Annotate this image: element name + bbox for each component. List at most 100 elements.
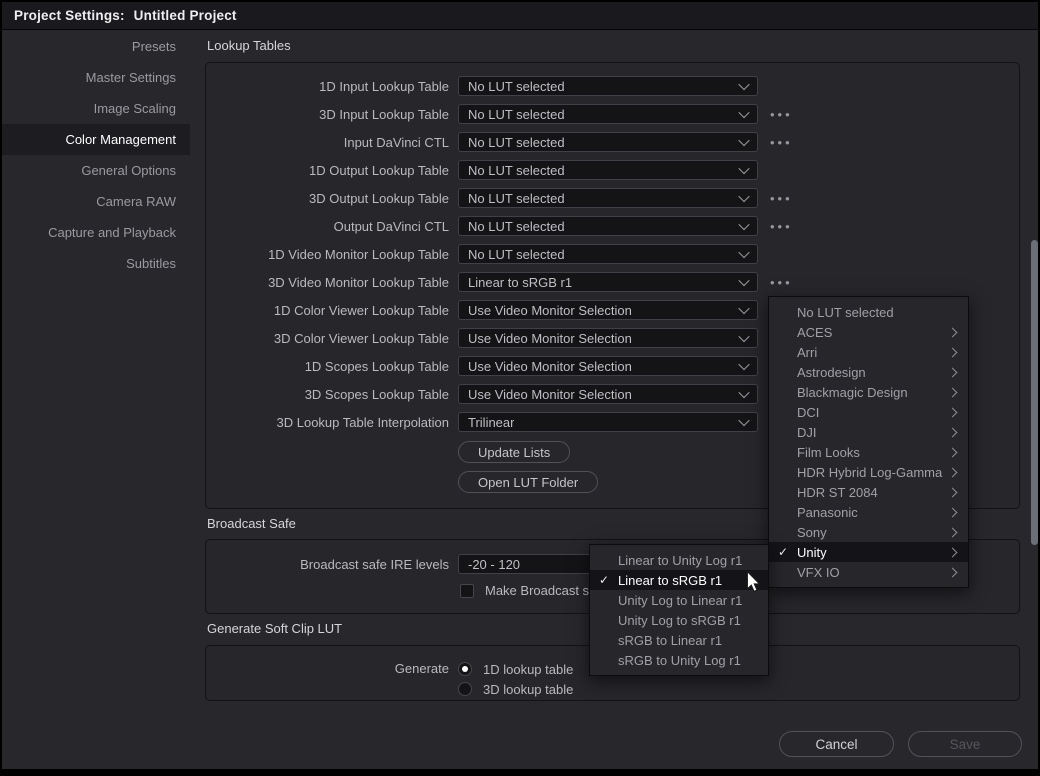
menu-item-blackmagic-design[interactable]: Blackmagic Design xyxy=(769,382,968,402)
sidebar-item-general-options[interactable]: General Options xyxy=(2,155,190,186)
3d-video-monitor-lookup-table-dropdown[interactable]: Linear to sRGB r1 xyxy=(458,272,758,292)
scrollbar-thumb[interactable] xyxy=(1031,240,1038,545)
menu-item-unity[interactable]: ✓Unity xyxy=(769,542,968,562)
menu-item-hdr-st-2084[interactable]: HDR ST 2084 xyxy=(769,482,968,502)
1d-color-viewer-lookup-table-label: 1D Color Viewer Lookup Table xyxy=(206,303,449,318)
3d-lookup-table-radio[interactable] xyxy=(458,682,472,696)
sidebar-item-color-management[interactable]: Color Management xyxy=(2,124,190,155)
menu-item-vfx-io[interactable]: VFX IO xyxy=(769,562,968,582)
menu-item-label: DCI xyxy=(797,405,949,420)
3d-output-lookup-table-options-button[interactable]: ••• xyxy=(770,192,793,205)
update-lists-button[interactable]: Update Lists xyxy=(458,441,570,463)
menu-item-dji[interactable]: DJI xyxy=(769,422,968,442)
3d-input-lookup-table-options-button[interactable]: ••• xyxy=(770,108,793,121)
input-davinci-ctl-dropdown[interactable]: No LUT selected xyxy=(458,132,758,152)
menu-item-srgb-to-linear-r1[interactable]: sRGB to Linear r1 xyxy=(590,630,768,650)
lut-row-1d-video-monitor-lookup-table: 1D Video Monitor Lookup TableNo LUT sele… xyxy=(206,240,1019,268)
lut-row-3d-video-monitor-lookup-table: 3D Video Monitor Lookup Table Linear to s… xyxy=(206,268,1019,296)
lut-context-menu: No LUT selected ACESArriAstrodesignBlackm… xyxy=(768,296,969,588)
chevron-down-icon xyxy=(738,331,749,342)
menu-item-label: Unity Log to sRGB r1 xyxy=(618,613,760,628)
chevron-down-icon xyxy=(738,107,749,118)
submenu-arrow-icon xyxy=(948,507,958,517)
lut-submenu: Linear to Unity Log r1✓Linear to sRGB r1… xyxy=(589,544,769,676)
3d-lookup-table-label: 3D lookup table xyxy=(483,682,573,697)
project-settings-window: Project Settings:Untitled Project Preset… xyxy=(0,0,1040,776)
submenu-arrow-icon xyxy=(948,467,958,477)
make-broadcast-safe-checkbox[interactable] xyxy=(460,584,474,598)
3d-input-lookup-table-value: No LUT selected xyxy=(468,107,565,122)
1d-lookup-table-radio[interactable] xyxy=(458,662,472,676)
sidebar-item-presets[interactable]: Presets xyxy=(2,31,190,62)
3d-lookup-table-interpolation-dropdown[interactable]: Trilinear xyxy=(458,412,758,432)
sidebar-item-capture-and-playback[interactable]: Capture and Playback xyxy=(2,217,190,248)
menu-item-aces[interactable]: ACES xyxy=(769,322,968,342)
menu-item-label: Film Looks xyxy=(797,445,949,460)
3d-video-monitor-lookup-table-options-button[interactable]: ••• xyxy=(770,276,793,289)
1d-input-lookup-table-dropdown[interactable]: No LUT selected xyxy=(458,76,758,96)
output-davinci-ctl-options-button[interactable]: ••• xyxy=(770,220,793,233)
1d-video-monitor-lookup-table-dropdown[interactable]: No LUT selected xyxy=(458,244,758,264)
titlebar: Project Settings:Untitled Project xyxy=(2,2,1038,30)
mouse-cursor-icon xyxy=(746,571,761,593)
submenu-arrow-icon xyxy=(948,407,958,417)
submenu-arrow-icon xyxy=(948,447,958,457)
3d-scopes-lookup-table-value: Use Video Monitor Selection xyxy=(468,387,632,402)
menu-item-astrodesign[interactable]: Astrodesign xyxy=(769,362,968,382)
3d-lookup-table-interpolation-label: 3D Lookup Table Interpolation xyxy=(206,415,449,430)
3d-color-viewer-lookup-table-dropdown[interactable]: Use Video Monitor Selection xyxy=(458,328,758,348)
menu-item-panasonic[interactable]: Panasonic xyxy=(769,502,968,522)
chevron-down-icon xyxy=(738,79,749,90)
menu-item-film-looks[interactable]: Film Looks xyxy=(769,442,968,462)
sidebar-item-camera-raw[interactable]: Camera RAW xyxy=(2,186,190,217)
chevron-down-icon xyxy=(738,163,749,174)
menu-item-sony[interactable]: Sony xyxy=(769,522,968,542)
save-button[interactable]: Save xyxy=(908,731,1022,757)
submenu-arrow-icon xyxy=(948,347,958,357)
menu-item-srgb-to-unity-log-r1[interactable]: sRGB to Unity Log r1 xyxy=(590,650,768,670)
menu-item-dci[interactable]: DCI xyxy=(769,402,968,422)
3d-video-monitor-lookup-table-label: 3D Video Monitor Lookup Table xyxy=(206,275,449,290)
menu-item-unity-log-to-srgb-r1[interactable]: Unity Log to sRGB r1 xyxy=(590,610,768,630)
lut-row-input-davinci-ctl: Input DaVinci CTLNo LUT selected••• xyxy=(206,128,1019,156)
menu-item-label: sRGB to Linear r1 xyxy=(618,633,760,648)
sidebar-item-subtitles[interactable]: Subtitles xyxy=(2,248,190,279)
menu-item-unity-log-to-linear-r1[interactable]: Unity Log to Linear r1 xyxy=(590,590,768,610)
menu-item-arri[interactable]: Arri xyxy=(769,342,968,362)
chevron-down-icon xyxy=(738,135,749,146)
generate-option-1d-lookup-table: 1D lookup table xyxy=(458,659,573,679)
1d-video-monitor-lookup-table-value: No LUT selected xyxy=(468,247,565,262)
menu-item-label: No LUT selected xyxy=(797,305,960,320)
input-davinci-ctl-options-button[interactable]: ••• xyxy=(770,136,793,149)
menu-item-linear-to-srgb-r1[interactable]: ✓Linear to sRGB r1 xyxy=(590,570,768,590)
submenu-arrow-icon xyxy=(948,327,958,337)
sidebar-item-master-settings[interactable]: Master Settings xyxy=(2,62,190,93)
3d-output-lookup-table-dropdown[interactable]: No LUT selected xyxy=(458,188,758,208)
1d-lookup-table-label: 1D lookup table xyxy=(483,662,573,677)
chevron-down-icon xyxy=(738,275,749,286)
output-davinci-ctl-dropdown[interactable]: No LUT selected xyxy=(458,216,758,236)
chevron-down-icon xyxy=(738,191,749,202)
1d-output-lookup-table-dropdown[interactable]: No LUT selected xyxy=(458,160,758,180)
3d-scopes-lookup-table-dropdown[interactable]: Use Video Monitor Selection xyxy=(458,384,758,404)
submenu-arrow-icon xyxy=(948,487,958,497)
output-davinci-ctl-label: Output DaVinci CTL xyxy=(206,219,449,234)
1d-color-viewer-lookup-table-value: Use Video Monitor Selection xyxy=(468,303,632,318)
menu-item-label: VFX IO xyxy=(797,565,949,580)
sidebar-item-image-scaling[interactable]: Image Scaling xyxy=(2,93,190,124)
cancel-button[interactable]: Cancel xyxy=(779,731,894,757)
3d-input-lookup-table-dropdown[interactable]: No LUT selected xyxy=(458,104,758,124)
3d-output-lookup-table-label: 3D Output Lookup Table xyxy=(206,191,449,206)
submenu-arrow-icon xyxy=(948,527,958,537)
open-lut-folder-button[interactable]: Open LUT Folder xyxy=(458,471,598,493)
menu-item-no-lut-selected[interactable]: No LUT selected xyxy=(769,302,968,322)
menu-item-linear-to-unity-log-r1[interactable]: Linear to Unity Log r1 xyxy=(590,550,768,570)
1d-scopes-lookup-table-value: Use Video Monitor Selection xyxy=(468,359,632,374)
1d-scopes-lookup-table-dropdown[interactable]: Use Video Monitor Selection xyxy=(458,356,758,376)
menu-item-hdr-hybrid-log-gamma[interactable]: HDR Hybrid Log-Gamma xyxy=(769,462,968,482)
window-title: Project Settings:Untitled Project xyxy=(14,8,237,23)
1d-color-viewer-lookup-table-dropdown[interactable]: Use Video Monitor Selection xyxy=(458,300,758,320)
menu-item-label: HDR ST 2084 xyxy=(797,485,949,500)
3d-scopes-lookup-table-label: 3D Scopes Lookup Table xyxy=(206,387,449,402)
lut-row-3d-output-lookup-table: 3D Output Lookup Table No LUT selected ••• xyxy=(206,184,1019,212)
